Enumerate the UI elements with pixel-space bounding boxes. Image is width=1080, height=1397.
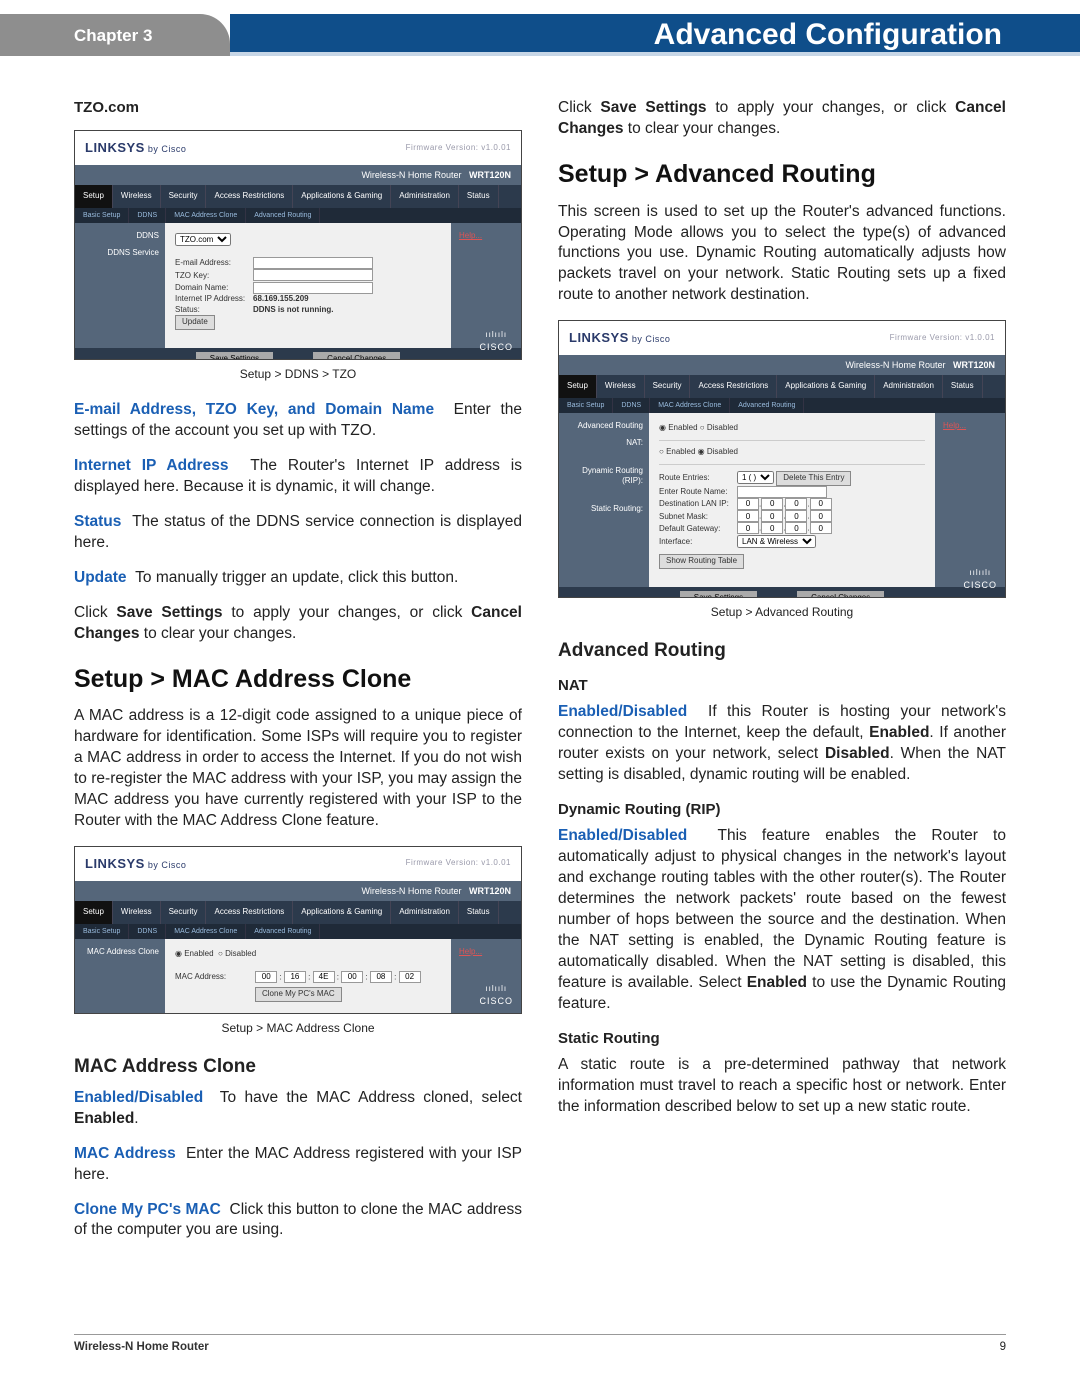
figure-mac-clone: LINKSYS by CiscoFirmware Version: v1.0.0… [74,846,522,1014]
mp3: Clone My PC's MAC Click this button to c… [74,1200,522,1242]
page-footer: Wireless-N Home Router 9 [74,1334,1006,1353]
mac-subheading: MAC Address Clone [74,1054,522,1080]
clone-mac-button[interactable]: Clone My PC's MAC [255,987,342,1002]
sr-p: A static route is a pre-determined pathw… [558,1055,1006,1118]
chapter-tab: Chapter 3 [0,14,230,56]
footer-page-number: 9 [1000,1341,1006,1353]
drip-p: Enabled/Disabled This feature enables th… [558,826,1006,1014]
nat-heading: NAT [558,676,1006,696]
cisco-logo: CISCO [479,330,513,353]
tzo-heading: TZO.com [74,98,522,118]
p-savecancel-right: Click Save Settings to apply your change… [558,98,1006,140]
page-header: Chapter 3 Advanced Configuration [0,0,1080,70]
figure-ddns-tzo: LINKSYS by CiscoFirmware Version: v1.0.0… [74,130,522,360]
fig2-caption: Setup > MAC Address Clone [74,1020,522,1036]
disabled-radio[interactable]: Disabled [218,949,256,958]
right-column: Click Save Settings to apply your change… [558,98,1006,1255]
mac-clone-title: Setup > MAC Address Clone [74,663,522,697]
update-button[interactable]: Update [175,315,215,330]
mp1: Enabled/Disabled To have the MAC Address… [74,1088,522,1130]
save-settings-button[interactable]: Save Settings [196,352,273,360]
p-email: E-mail Address, TZO Key, and Domain Name… [74,400,522,442]
mp2: MAC Address Enter the MAC Address regist… [74,1144,522,1186]
p-savecancel-left: Click Save Settings to apply your change… [74,603,522,645]
show-routing-table-button[interactable]: Show Routing Table [659,554,744,569]
fig3-caption: Setup > Advanced Routing [558,604,1006,620]
help-link[interactable]: Help... [459,231,482,240]
page-title: Advanced Configuration [230,14,1080,56]
left-column: TZO.com LINKSYS by CiscoFirmware Version… [74,98,522,1255]
cancel-changes-button[interactable]: Cancel Changes [313,352,400,360]
p-status: Status The status of the DDNS service co… [74,512,522,554]
footer-product: Wireless-N Home Router [74,1341,209,1353]
ar-subheading: Advanced Routing [558,638,1006,664]
enabled-radio[interactable]: Enabled [175,949,214,958]
nat-p: Enabled/Disabled If this Router is hosti… [558,702,1006,786]
fig1-caption: Setup > DDNS > TZO [74,366,522,382]
drip-heading: Dynamic Routing (RIP) [558,800,1006,820]
delete-entry-button[interactable]: Delete This Entry [776,471,851,486]
mac-intro: A MAC address is a 12-digit code assigne… [74,706,522,832]
p-ip: Internet IP Address The Router's Interne… [74,456,522,498]
tzo-key-field[interactable] [253,269,373,281]
email-field[interactable] [253,257,373,269]
p-update: Update To manually trigger an update, cl… [74,568,522,589]
sr-heading: Static Routing [558,1029,1006,1049]
figure-adv-routing: LINKSYS by CiscoFirmware Version: v1.0.0… [558,320,1006,598]
domain-field[interactable] [253,282,373,294]
tab-setup: Setup [75,185,113,208]
ar-intro: This screen is used to set up the Router… [558,202,1006,307]
advrouting-title: Setup > Advanced Routing [558,158,1006,192]
ddns-service-select[interactable]: TZO.com [175,233,231,246]
